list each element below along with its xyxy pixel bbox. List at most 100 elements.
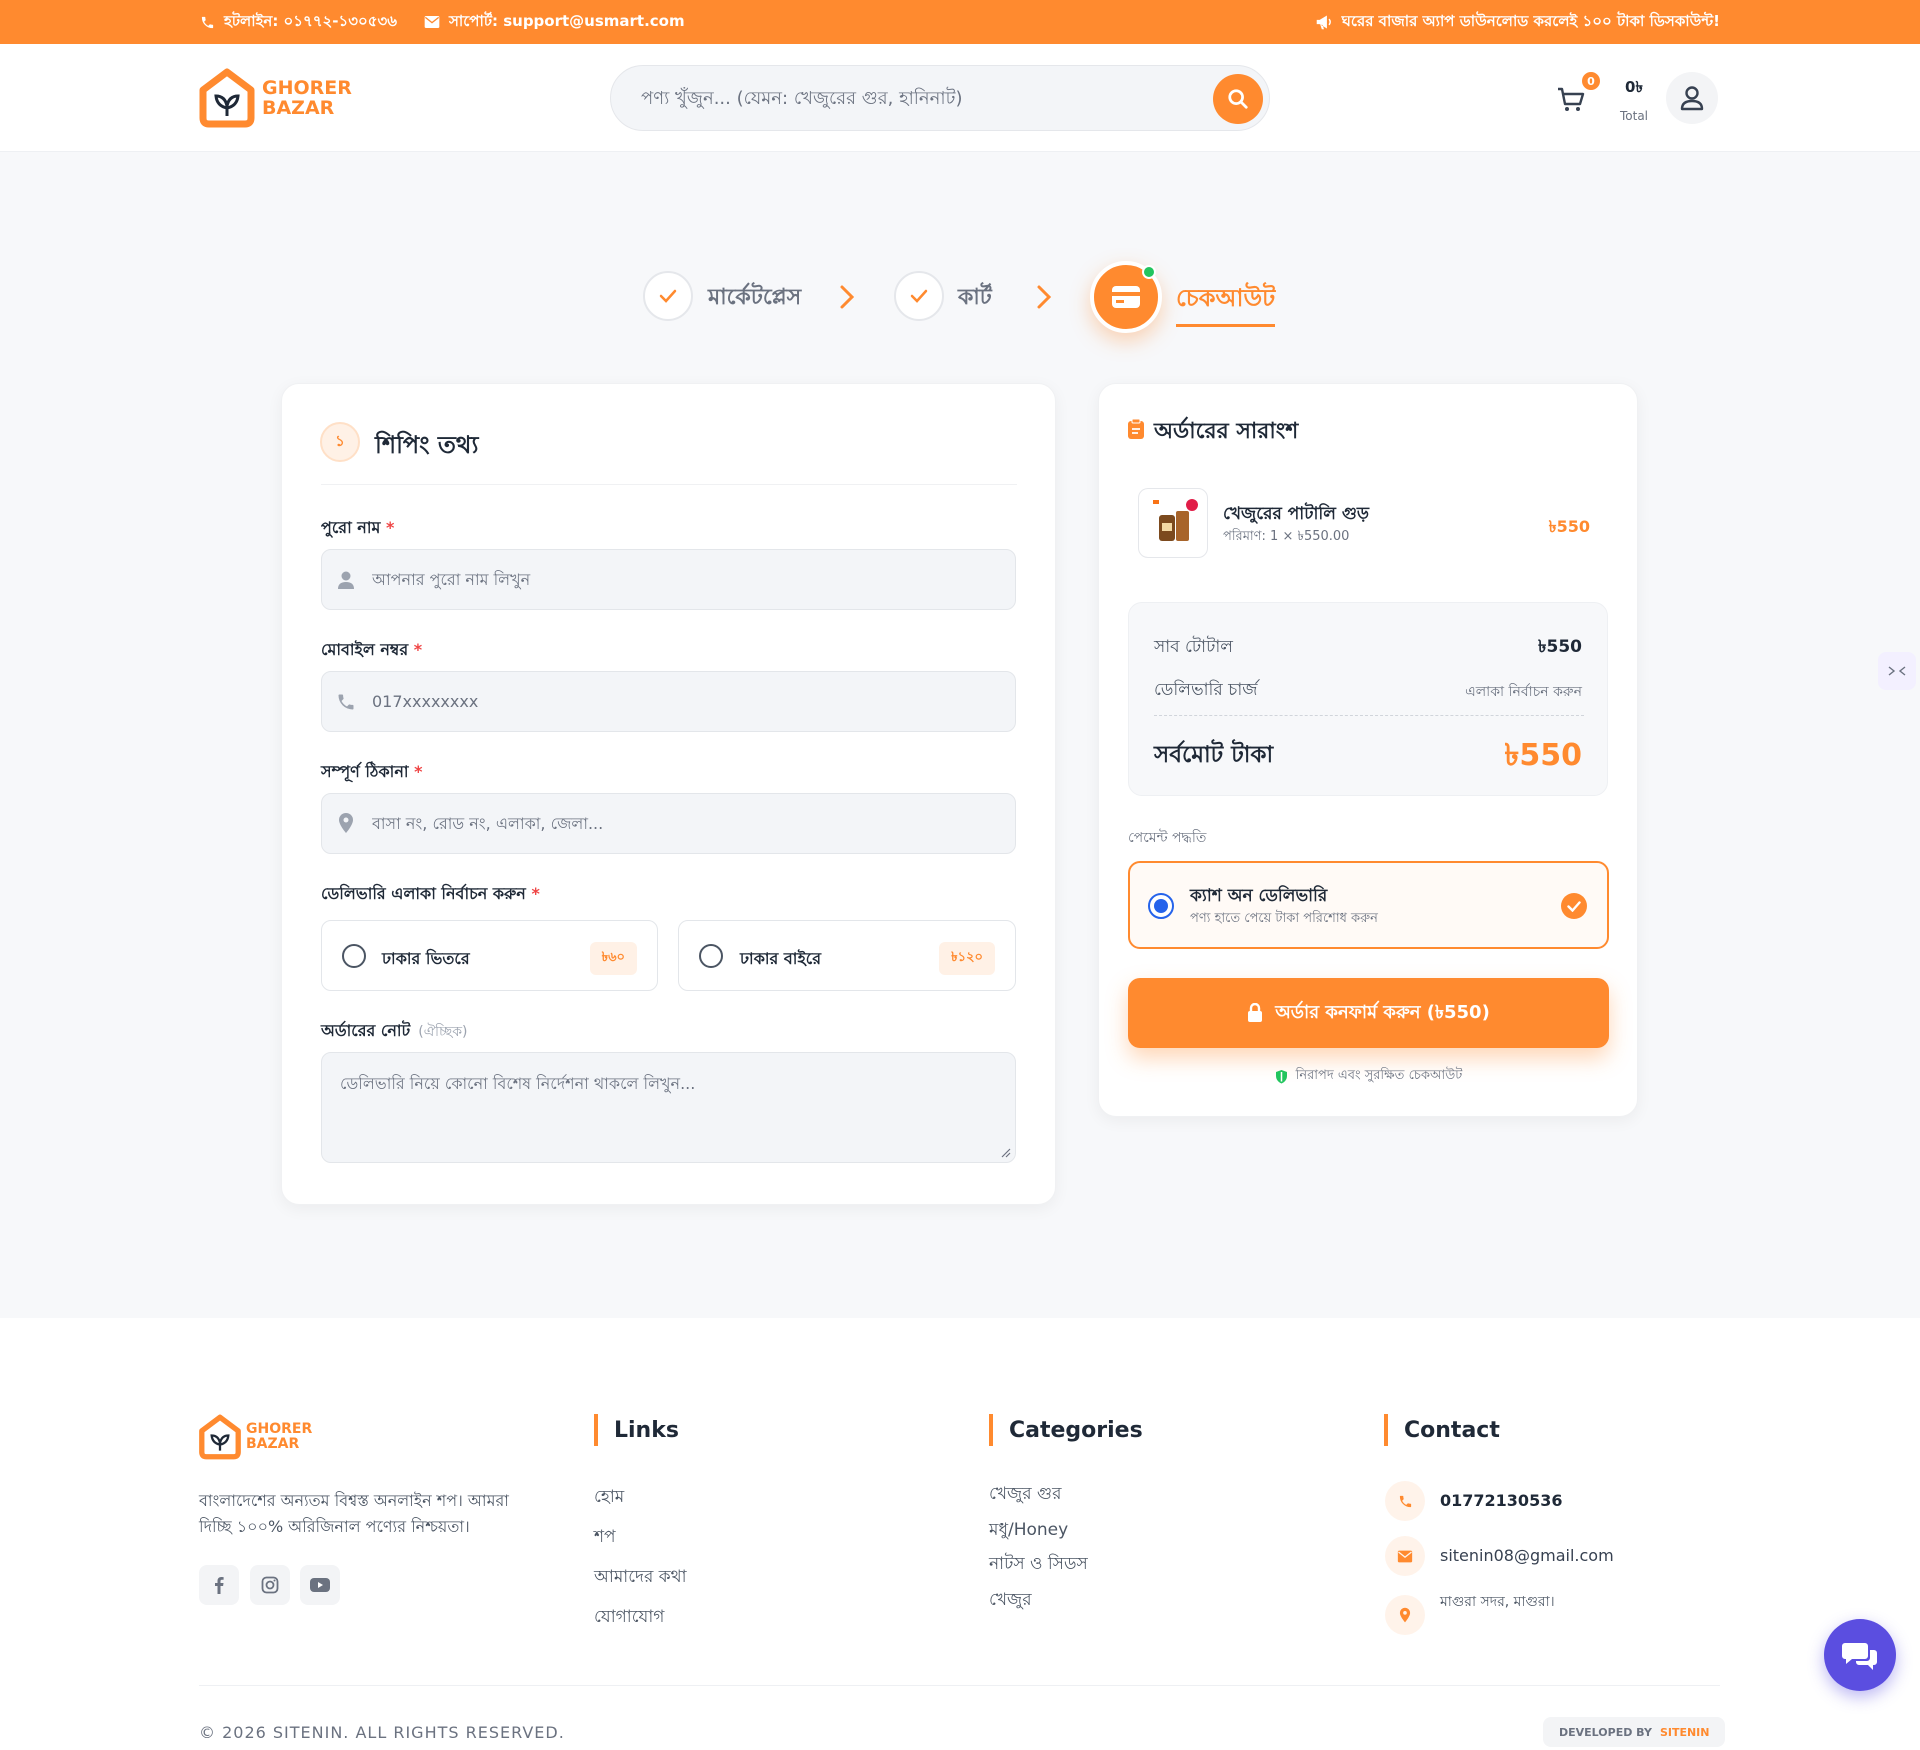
- facebook-icon: [215, 1576, 224, 1594]
- check-icon: [659, 289, 677, 303]
- cart-total: 0৳ Total: [1612, 76, 1656, 123]
- footer-links-title: Links: [594, 1414, 679, 1446]
- payment-radio[interactable]: [1148, 893, 1174, 919]
- cart-total-label: Total: [1619, 109, 1649, 123]
- total-label: সর্বমোট টাকা: [1154, 742, 1274, 768]
- product-price: ৳550: [1548, 517, 1590, 536]
- step-label-marketplace[interactable]: মার্কেটপ্লেস: [708, 280, 801, 317]
- resize-handle-icon[interactable]: [1001, 1148, 1011, 1158]
- chat-icon: [1842, 1643, 1877, 1670]
- footer-categories-title: Categories: [989, 1414, 1143, 1446]
- envelope-icon: [1397, 1550, 1413, 1562]
- cart-button[interactable]: 0: [1550, 70, 1602, 120]
- map-pin-icon: [1399, 1607, 1411, 1623]
- contact-phone-icon-wrap: [1385, 1481, 1425, 1521]
- footer-category-item[interactable]: খেজুর গুর: [989, 1481, 1061, 1509]
- lock-icon: [1248, 1003, 1263, 1022]
- payment-method-desc: পণ্য হাতে পেয়ে টাকা পরিশোধ করুন: [1190, 911, 1378, 926]
- product-image-icon: [1153, 499, 1198, 541]
- hotline[interactable]: হটলাইন: ০১৭৭২-১৩০৫৩৬: [200, 0, 397, 44]
- footer-link-home[interactable]: হোম: [594, 1484, 624, 1512]
- area-option-outside-dhaka[interactable]: ঢাকার বাইরে ৳১২০: [678, 920, 1016, 991]
- phone-icon: [1399, 1495, 1411, 1507]
- youtube-link[interactable]: [300, 1565, 340, 1605]
- shield-icon: [1275, 1070, 1287, 1084]
- selected-check-icon: [1561, 893, 1587, 919]
- footer-email[interactable]: sitenin08@gmail.com: [1440, 1546, 1614, 1565]
- product-thumbnail[interactable]: [1138, 488, 1208, 558]
- footer-divider: [199, 1685, 1720, 1686]
- footer-link-contact[interactable]: যোগাযোগ: [594, 1604, 664, 1632]
- account-button[interactable]: [1666, 72, 1718, 124]
- chat-button[interactable]: [1824, 1619, 1896, 1691]
- search-button[interactable]: [1213, 74, 1263, 124]
- facebook-link[interactable]: [199, 1565, 239, 1605]
- check-icon: [910, 289, 928, 303]
- payment-option-cod[interactable]: ক্যাশ অন ডেলিভারি পণ্য হাতে পেয়ে টাকা প…: [1128, 861, 1609, 949]
- note-field: [321, 1052, 1016, 1163]
- secure-note-text: নিরাপদ এবং সুরক্ষিত চেকআউট: [1295, 1068, 1463, 1083]
- footer-category-item[interactable]: খেজুর: [989, 1587, 1032, 1615]
- product-name[interactable]: খেজুরের পাটালি গুড়: [1223, 501, 1369, 529]
- support-text: সাপোর্ট: support@usmart.com: [449, 11, 685, 30]
- totals-box: সাব টোটাল ৳550 ডেলিভারি চার্জ এলাকা নির্…: [1128, 602, 1608, 796]
- promo-text: ঘরের বাজার অ্যাপ ডাউনলোড করলেই ১০০ টাকা …: [1341, 11, 1720, 30]
- area-option-inside-dhaka[interactable]: ঢাকার ভিতরে ৳৬০: [321, 920, 658, 991]
- footer-link-shop[interactable]: শপ: [594, 1524, 616, 1552]
- youtube-icon: [310, 1578, 330, 1592]
- step-check-cart: [894, 271, 944, 321]
- footer-link-about[interactable]: আমাদের কথা: [594, 1564, 687, 1592]
- mobile-input[interactable]: [372, 672, 962, 731]
- footer-category-item[interactable]: নাটস ও সিডস: [989, 1551, 1088, 1579]
- contact-address-icon-wrap: [1385, 1595, 1425, 1635]
- logo[interactable]: GHORER BAZAR: [198, 68, 352, 128]
- footer-category-item[interactable]: মধু/Honey: [989, 1517, 1068, 1545]
- support-email[interactable]: সাপোর্ট: support@usmart.com: [424, 0, 685, 44]
- brand-line1: GHORER: [262, 77, 352, 99]
- check-icon: [1567, 900, 1581, 912]
- brand-line2: BAZAR: [262, 97, 335, 119]
- delivery-label: ডেলিভারি চার্জ: [1154, 680, 1258, 700]
- address-field: [321, 793, 1016, 854]
- address-input[interactable]: [372, 794, 962, 853]
- developed-by-badge[interactable]: DEVELOPED BY SITENIN: [1543, 1717, 1726, 1747]
- confirm-order-button[interactable]: অর্ডার কনফার্ম করুন (৳550): [1128, 978, 1609, 1048]
- developer-name: SITENIN: [1659, 1725, 1710, 1739]
- credit-card-icon: [1112, 286, 1140, 308]
- hotline-text: হটলাইন: ০১৭৭২-১৩০৫৩৬: [224, 11, 398, 30]
- name-input[interactable]: [372, 550, 962, 609]
- footer-logo[interactable]: GHORER BAZAR: [198, 1414, 312, 1460]
- footer-phone[interactable]: 01772130536: [1440, 1491, 1562, 1510]
- note-textarea[interactable]: [340, 1071, 990, 1151]
- footer-brand-line1: GHORER: [246, 1421, 313, 1437]
- logo-icon: [199, 68, 255, 128]
- area-label: ডেলিভারি এলাকা নির্বাচন করুন *: [321, 884, 540, 903]
- developed-by-label: DEVELOPED BY: [1559, 1725, 1652, 1739]
- product-qty: পরিমাণ: 1 × ৳550.00: [1223, 529, 1350, 544]
- clipboard-icon: [1128, 418, 1144, 439]
- copyright: © 2026 SITENIN. ALL RIGHTS RESERVED.: [199, 1723, 565, 1742]
- chevron-right-icon: [1037, 285, 1052, 309]
- area-name-inside: ঢাকার ভিতরে: [382, 949, 470, 968]
- cart-amount: 0৳: [1625, 78, 1643, 96]
- search-icon: [1228, 89, 1248, 109]
- footer-brand-line2: BAZAR: [246, 1436, 300, 1452]
- footer-contact-title: Contact: [1384, 1414, 1500, 1446]
- contact-email-icon-wrap: [1385, 1536, 1425, 1576]
- step-label-cart[interactable]: কার্ট: [958, 280, 992, 317]
- instagram-link[interactable]: [250, 1565, 290, 1605]
- user-icon: [1680, 86, 1704, 111]
- area-radio-inside[interactable]: [342, 944, 366, 968]
- area-radio-outside[interactable]: [699, 944, 723, 968]
- divider: [321, 484, 1017, 485]
- delivery-value: এলাকা নির্বাচন করুন: [1465, 684, 1582, 700]
- mobile-field: [321, 671, 1016, 732]
- side-widget-top[interactable]: [1878, 652, 1916, 690]
- shipping-title: শিপিং তথ্য: [375, 431, 479, 459]
- totals-divider: [1154, 715, 1584, 716]
- name-field: [321, 549, 1016, 610]
- step-label-checkout: চেকআউট: [1176, 280, 1276, 327]
- phone-icon: [338, 694, 354, 710]
- chevron-right-icon: [840, 285, 855, 309]
- search-input[interactable]: [641, 66, 1181, 130]
